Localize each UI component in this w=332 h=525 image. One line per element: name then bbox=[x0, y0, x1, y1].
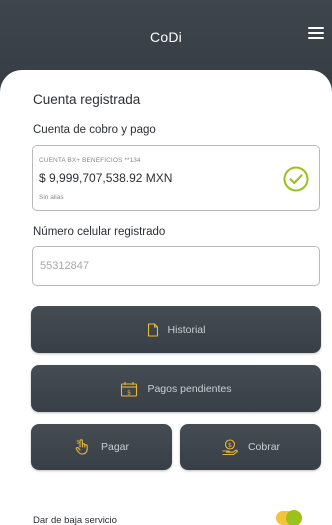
account-alias: Sin alias bbox=[39, 194, 64, 201]
dar-de-baja-label: Dar de baja servicio bbox=[33, 515, 117, 525]
account-label: Cuenta de cobro y pago bbox=[33, 124, 156, 136]
pagos-pendientes-label: Pagos pendientes bbox=[147, 382, 232, 395]
toggle-knob bbox=[286, 510, 302, 525]
historial-label: Historial bbox=[167, 323, 206, 336]
historial-button[interactable]: Historial bbox=[31, 306, 321, 353]
pagar-label: Pagar bbox=[100, 441, 130, 453]
dar-de-baja-toggle[interactable] bbox=[276, 510, 302, 525]
menu-icon[interactable] bbox=[308, 27, 328, 41]
section-title: Cuenta registrada bbox=[33, 92, 141, 107]
cobrar-button[interactable]: $ Cobrar bbox=[180, 424, 321, 470]
page-title: CoDi bbox=[150, 29, 182, 45]
account-name: CUENTA BX+ BENEFICIOS **134 bbox=[39, 157, 141, 164]
account-balance: $ 9,999,707,538.92 MXN bbox=[39, 171, 173, 185]
svg-text:$: $ bbox=[128, 389, 132, 396]
pagar-button[interactable]: $ Pagar bbox=[31, 424, 172, 470]
check-circle-icon bbox=[283, 166, 309, 192]
pagos-pendientes-button[interactable]: $ Pagos pendientes bbox=[31, 365, 321, 412]
hand-pay-icon: $ bbox=[75, 439, 88, 455]
account-card[interactable]: CUENTA BX+ BENEFICIOS **134 $ 9,999,707,… bbox=[32, 145, 320, 211]
phone-label: Número celular registrado bbox=[33, 226, 166, 238]
svg-text:$: $ bbox=[228, 441, 232, 449]
phone-field[interactable]: 55312847 bbox=[32, 246, 320, 286]
svg-text:$: $ bbox=[76, 440, 80, 446]
money-receive-icon: $ bbox=[222, 439, 238, 456]
document-icon bbox=[147, 322, 158, 337]
phone-value: 55312847 bbox=[40, 260, 89, 272]
calendar-icon: $ bbox=[121, 381, 138, 397]
cobrar-label: Cobrar bbox=[247, 441, 281, 453]
